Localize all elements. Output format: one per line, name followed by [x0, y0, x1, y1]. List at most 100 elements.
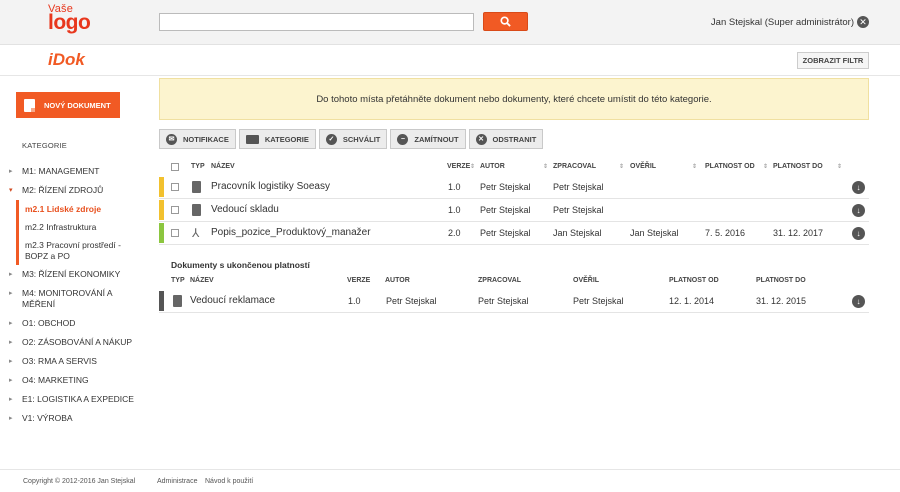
search-button[interactable]	[483, 12, 528, 31]
chevron-right-icon: ▸	[9, 339, 13, 346]
admin-link[interactable]: Administrace	[157, 478, 197, 485]
chevron-right-icon: ▸	[9, 168, 13, 175]
category-button[interactable]: KATEGORIE	[238, 129, 316, 149]
column-valid-to[interactable]: PLATNOST DO	[773, 163, 823, 170]
expired-table-row[interactable]: Vedoucí reklamace 1.0 Petr Stejskal Petr…	[159, 290, 869, 313]
action-toolbar: ✉ NOTIFIKACE KATEGORIE ✓ SCHVÁLIT − ZAMÍTNO…	[159, 129, 544, 149]
download-icon[interactable]: ↓	[852, 227, 865, 240]
category-item[interactable]: ▸ M4: MONITOROVÁNÍ A MĚŘENÍ	[0, 284, 145, 314]
app-brand[interactable]: iDok	[48, 50, 85, 70]
column-version[interactable]: VERZE	[447, 163, 470, 170]
category-label: E1: LOGISTIKA A EXPEDICE	[22, 394, 134, 404]
column-valid-from[interactable]: PLATNOST OD	[705, 163, 755, 170]
category-item[interactable]: ▸ O1: OBCHOD	[0, 314, 145, 333]
column-valid-from: PLATNOST OD	[669, 277, 719, 284]
show-filter-button[interactable]: ZOBRAZIT FILTR	[797, 52, 869, 69]
category-item[interactable]: ▸ O3: RMA A SERVIS	[0, 352, 145, 371]
company-logo[interactable]: Vaše logo	[48, 4, 91, 34]
footer: Copyright © 2012-2016 Jan Stejskal Admin…	[0, 469, 900, 492]
document-author: Petr Stejskal	[480, 182, 531, 192]
table-row[interactable]: Pracovník logistiky Soeasy 1.0 Petr Stej…	[159, 176, 869, 199]
sort-icon[interactable]: ⇕	[692, 163, 697, 170]
logout-icon[interactable]: ✕	[857, 16, 869, 28]
column-version: VERZE	[347, 277, 371, 284]
column-name[interactable]: NÁZEV	[211, 163, 235, 170]
document-title[interactable]: Popis_pozice_Produktový_manažer	[211, 227, 371, 238]
column-name: NÁZEV	[190, 277, 214, 284]
category-item[interactable]: ▸ O4: MARKETING	[0, 371, 145, 390]
table-row[interactable]: ⅄ Popis_pozice_Produktový_manažer 2.0 Pe…	[159, 222, 869, 245]
sort-icon[interactable]: ⇕	[763, 163, 768, 170]
subcategory-list: m2.1 Lidské zdroje m2.2 Infrastruktura m…	[0, 200, 145, 265]
minus-icon: −	[397, 133, 409, 145]
approve-button[interactable]: ✓ SCHVÁLIT	[318, 129, 388, 149]
table-row[interactable]: Vedoucí skladu 1.0 Petr Stejskal Petr St…	[159, 199, 869, 222]
user-name[interactable]: Jan Stejskal (Super administrátor)	[711, 17, 854, 28]
column-verified[interactable]: OVĚŘIL	[630, 163, 656, 170]
category-label: O1: OBCHOD	[22, 318, 76, 328]
document-valid-to: 31. 12. 2017	[773, 228, 824, 238]
sort-icon[interactable]: ⇕	[619, 163, 624, 170]
document-version: 1.0	[348, 296, 361, 306]
expired-section-title: Dokumenty s ukončenou platností	[171, 260, 310, 270]
category-item[interactable]: ▸ E1: LOGISTIKA A EXPEDICE	[0, 390, 145, 409]
chevron-down-icon: ▾	[9, 187, 13, 194]
column-processed[interactable]: ZPRACOVAL	[553, 163, 596, 170]
category-item[interactable]: ▸ O2: ZÁSOBOVÁNÍ A NÁKUP	[0, 333, 145, 352]
search-input[interactable]	[159, 13, 474, 31]
approve-label: SCHVÁLIT	[342, 134, 381, 144]
chevron-right-icon: ▸	[9, 415, 13, 422]
row-checkbox[interactable]	[171, 229, 179, 237]
document-icon	[24, 98, 35, 112]
column-valid-to: PLATNOST DO	[756, 277, 806, 284]
subcategory-item[interactable]: m2.3 Pracovní prostředí - BOPZ a PO	[0, 236, 145, 265]
row-checkbox[interactable]	[171, 206, 179, 214]
notify-button[interactable]: ✉ NOTIFIKACE	[159, 129, 236, 149]
download-icon[interactable]: ↓	[852, 295, 865, 308]
row-checkbox[interactable]	[171, 183, 179, 191]
chevron-right-icon: ▸	[9, 358, 13, 365]
column-type: TYP	[171, 277, 185, 284]
category-item-open[interactable]: ▾ M2: ŘÍZENÍ ZDROJŮ	[0, 181, 145, 200]
close-icon: ✕	[475, 133, 487, 145]
new-document-label: NOVÝ DOKUMENT	[44, 100, 111, 110]
table-header: TYP NÁZEV VERZE ⇕ AUTOR ⇕ ZPRACOVAL ⇕ OV…	[159, 159, 869, 177]
reject-button[interactable]: − ZAMÍTNOUT	[390, 129, 466, 149]
notify-label: NOTIFIKACE	[183, 134, 229, 144]
document-icon	[192, 204, 201, 216]
sort-icon[interactable]: ⇕	[470, 163, 475, 170]
status-bar	[159, 177, 164, 197]
download-icon[interactable]: ↓	[852, 204, 865, 217]
document-author: Petr Stejskal	[480, 228, 531, 238]
document-title[interactable]: Pracovník logistiky Soeasy	[211, 181, 330, 192]
category-label: V1: VÝROBA	[22, 413, 73, 423]
manual-link[interactable]: Návod k použití	[205, 478, 253, 485]
search-icon	[500, 16, 511, 27]
document-processed: Petr Stejskal	[478, 296, 529, 306]
document-valid-from: 12. 1. 2014	[669, 296, 715, 306]
category-item[interactable]: ▸ M3: ŘÍZENÍ EKONOMIKY	[0, 265, 145, 284]
category-label: KATEGORIE	[264, 134, 309, 144]
sort-icon[interactable]: ⇕	[837, 163, 842, 170]
top-bar: Vaše logo Jan Stejskal (Super administrá…	[0, 0, 900, 45]
mail-icon: ✉	[166, 133, 177, 145]
column-type[interactable]: TYP	[191, 163, 205, 170]
document-title[interactable]: Vedoucí skladu	[211, 204, 279, 215]
document-valid-to: 31. 12. 2015	[756, 296, 807, 306]
column-author: AUTOR	[385, 277, 410, 284]
category-item[interactable]: ▸ M1: MANAGEMENT	[0, 162, 145, 181]
column-author[interactable]: AUTOR	[480, 163, 505, 170]
select-all-checkbox[interactable]	[171, 163, 179, 171]
subcategory-item-active[interactable]: m2.1 Lidské zdroje	[0, 200, 145, 218]
sort-icon[interactable]: ⇕	[543, 163, 548, 170]
new-document-button[interactable]: NOVÝ DOKUMENT	[16, 92, 120, 118]
subcategory-item[interactable]: m2.2 Infrastruktura	[0, 218, 145, 236]
logo-line-2: logo	[48, 11, 91, 34]
category-item[interactable]: ▸ V1: VÝROBA	[0, 409, 145, 428]
document-version: 2.0	[448, 228, 461, 238]
document-title[interactable]: Vedoucí reklamace	[190, 295, 275, 306]
drop-zone[interactable]: Do tohoto místa přetáhněte dokument nebo…	[159, 78, 869, 120]
delete-button[interactable]: ✕ ODSTRANIT	[468, 129, 544, 149]
download-icon[interactable]: ↓	[852, 181, 865, 194]
chevron-right-icon: ▸	[9, 377, 13, 384]
